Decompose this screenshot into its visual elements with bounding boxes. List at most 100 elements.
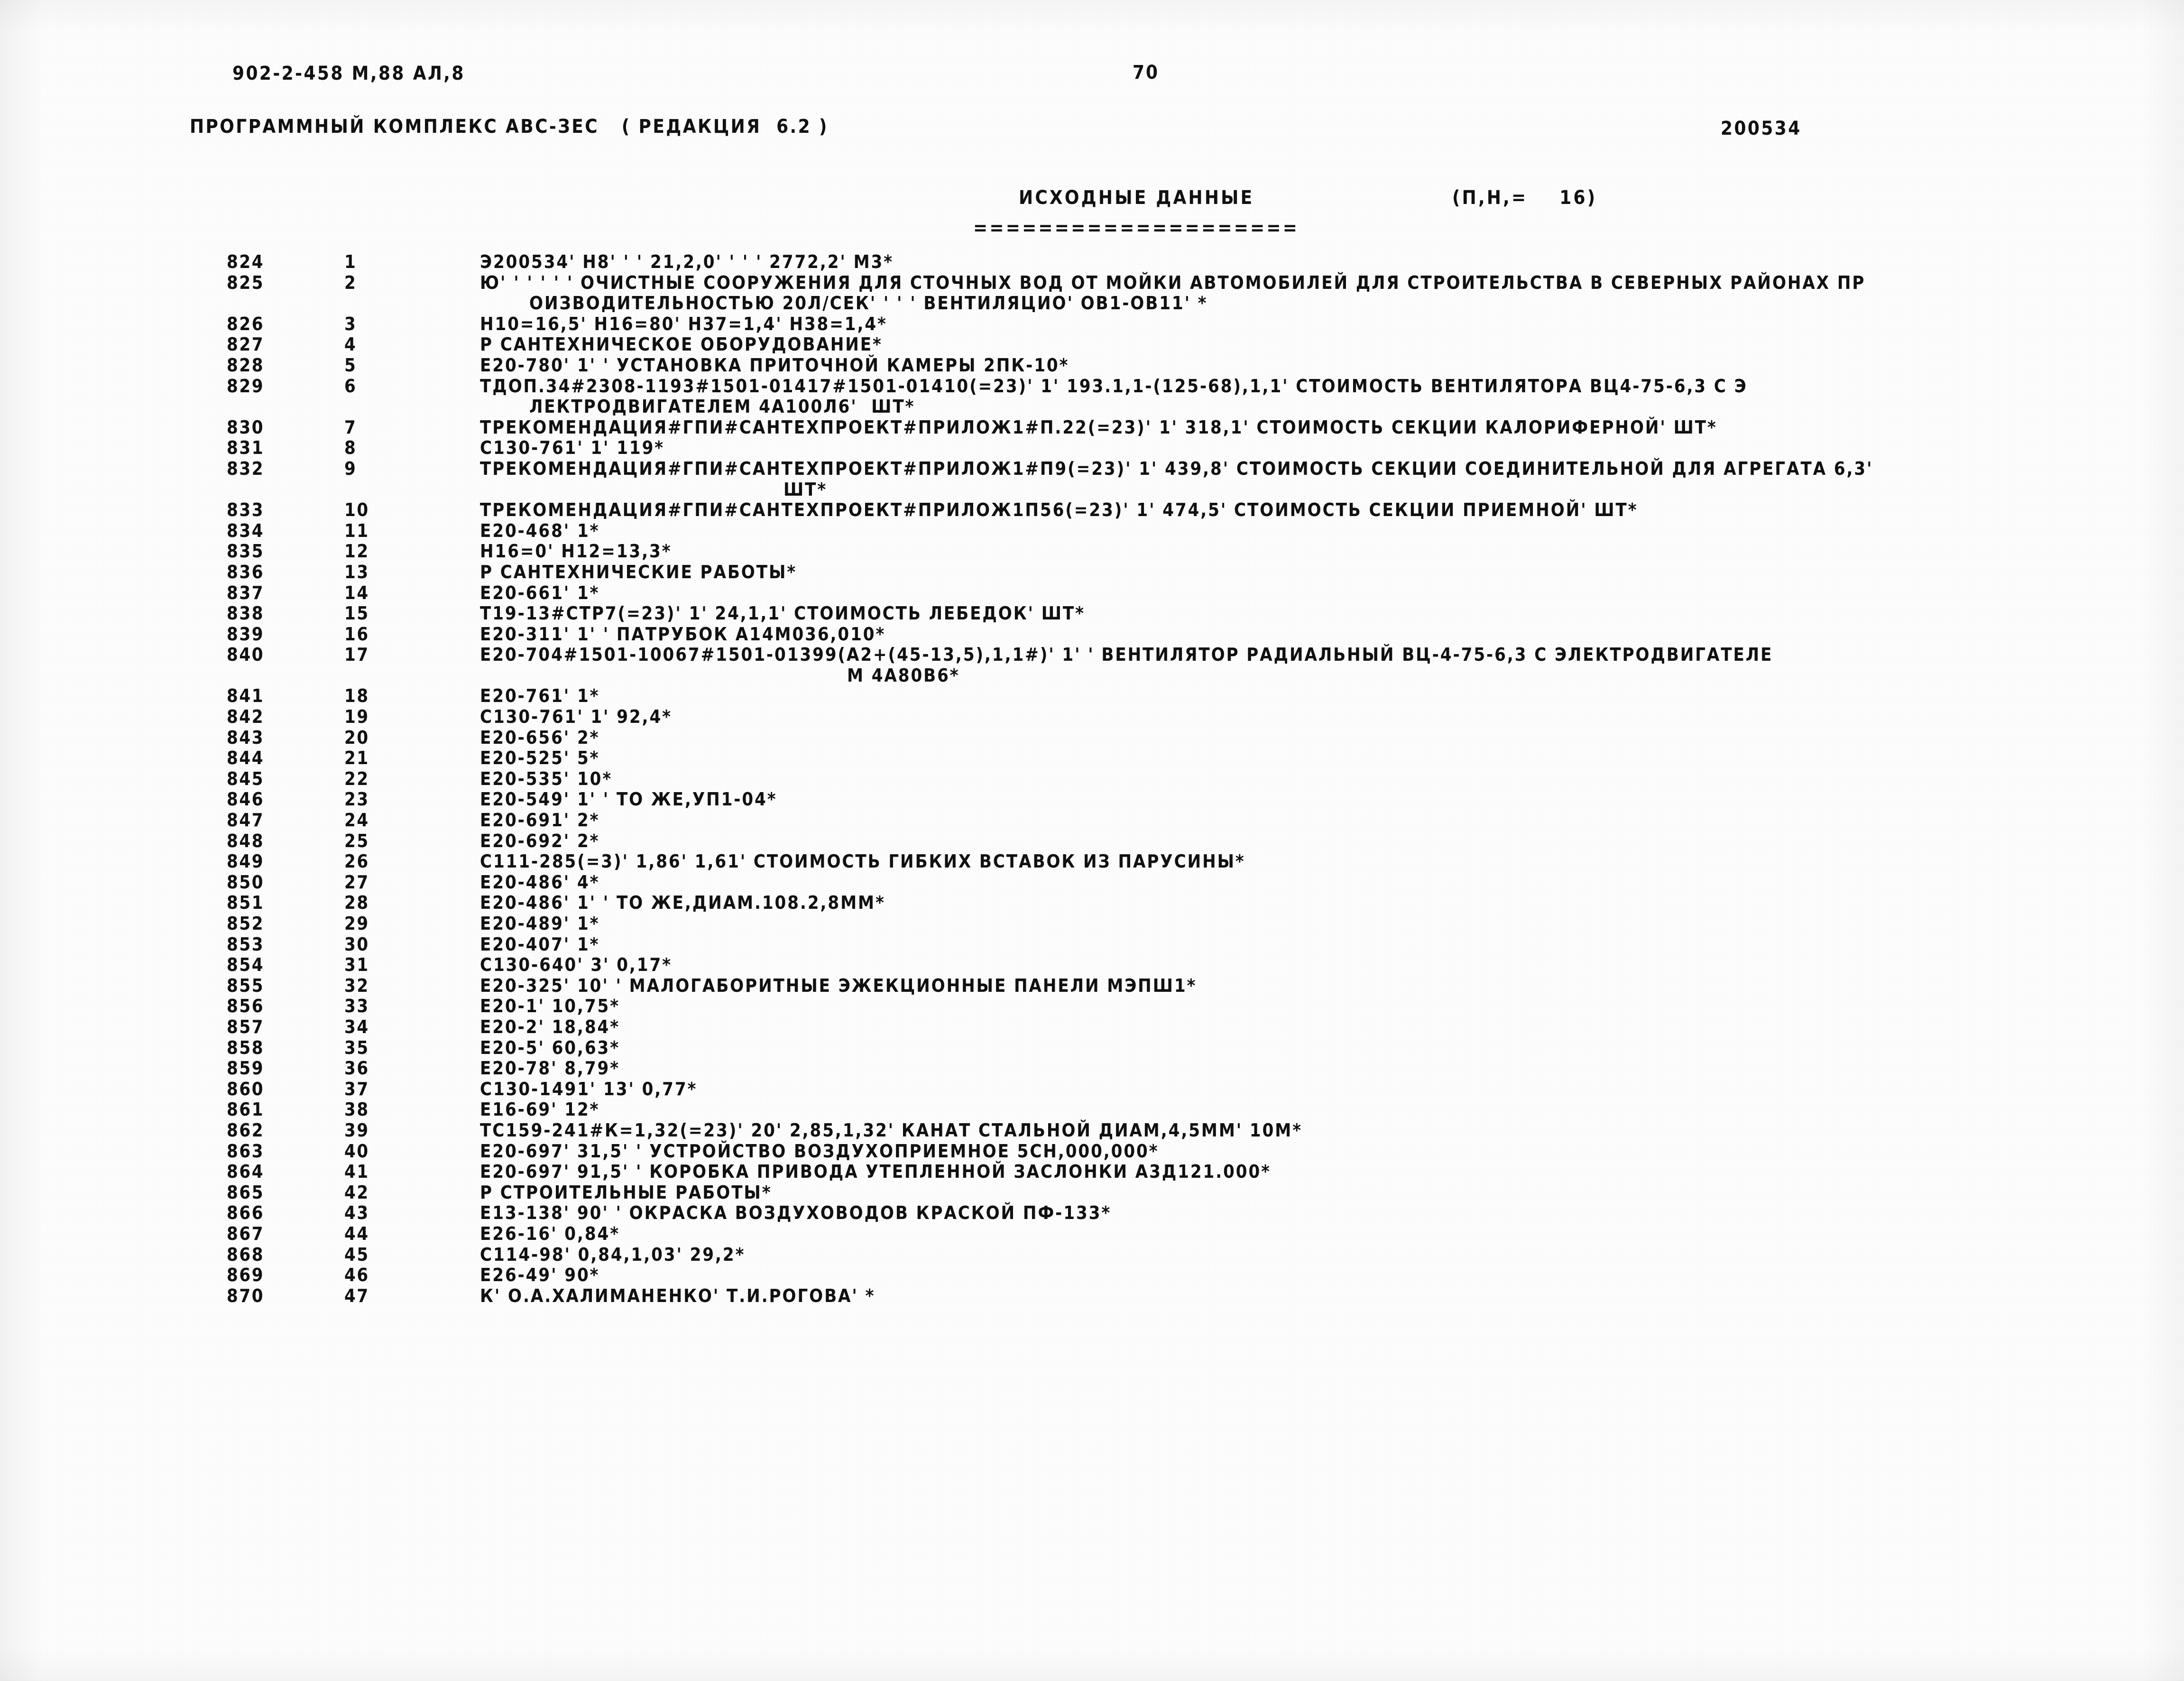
- listing-row: 858 35 Е20-5' 60,63*: [0, 1037, 2184, 1058]
- record-text: С114-98' 0,84,1,03' 29,2*: [480, 1244, 746, 1265]
- listing-row: 853 30 Е20-407' 1*: [0, 934, 2184, 955]
- record-number: 850: [227, 871, 265, 893]
- program-complex-line: ПРОГРАММНЫЙ КОМПЛЕКС АВС-ЗЕС ( РЕДАКЦИЯ …: [190, 116, 829, 138]
- record-number: 855: [227, 975, 265, 996]
- record-text-continuation: ЛЕКТРОДВИГАТЕЛЕМ 4А100Л6' ШТ*: [529, 396, 915, 417]
- record-text: Е20-535' 10*: [480, 768, 613, 789]
- sequence-number: 28: [344, 892, 369, 914]
- record-number: 833: [227, 499, 265, 521]
- sequence-number: 5: [344, 354, 357, 376]
- listing-row: 852 29 Е20-489' 1*: [0, 913, 2184, 934]
- listing-row-continuation: М 4А80В6*: [0, 665, 2184, 686]
- sheet-code: 200534: [1721, 118, 1802, 139]
- record-text: Е20-691' 2*: [480, 810, 600, 831]
- listing-row: 824 1 Э200534' Н8' ' ' 21,2,0' ' ' ' 2772,…: [0, 251, 2184, 272]
- record-text: Е20-692' 2*: [480, 830, 600, 851]
- sequence-number: 30: [344, 933, 369, 955]
- sequence-number: 40: [344, 1140, 369, 1162]
- record-text: Р САНТЕХНИЧЕСКОЕ ОБОРУДОВАНИЕ*: [480, 334, 883, 355]
- record-text: ТРЕКОМЕНДАЦИЯ#ГПИ#САНТЕХПРОЕКТ#ПРИЛОЖ1П5…: [480, 499, 1638, 521]
- record-number: 826: [227, 313, 265, 334]
- listing-row: 870 47 К' О.А.ХАЛИМАНЕНКО' Т.И.РОГОВА' *: [0, 1285, 2184, 1306]
- record-text: Е20-549' 1' ' ТО ЖЕ,УП1-04*: [480, 789, 777, 810]
- record-number: 870: [227, 1285, 265, 1306]
- listing-row-continuation: ЛЕКТРОДВИГАТЕЛЕМ 4А100Л6' ШТ*: [0, 396, 2184, 417]
- record-text: Р САНТЕХНИЧЕСКИЕ РАБОТЫ*: [480, 561, 797, 582]
- record-text: Н16=0' Н12=13,3*: [480, 541, 672, 562]
- record-number: 848: [227, 830, 265, 851]
- sequence-number: 31: [344, 954, 369, 976]
- section-title-underline: ====================: [973, 217, 1299, 239]
- sequence-number: 8: [344, 437, 357, 459]
- record-number: 854: [227, 954, 265, 976]
- record-text: С130-640' 3' 0,17*: [480, 954, 672, 976]
- record-number: 835: [227, 541, 265, 562]
- listing-row: 839 16 Е20-311' 1' ' ПАТРУБОК А14М036,010*: [0, 624, 2184, 645]
- sequence-number: 12: [344, 541, 369, 562]
- record-text: Е26-49' 90*: [480, 1265, 600, 1286]
- record-text: Е20-468' 1*: [480, 520, 600, 541]
- sequence-number: 6: [344, 375, 357, 397]
- sequence-number: 39: [344, 1119, 369, 1141]
- listing-row: 860 37 С130-1491' 13' 0,77*: [0, 1079, 2184, 1099]
- page-number: 70: [1133, 62, 1160, 83]
- record-text: Э200534' Н8' ' ' 21,2,0' ' ' ' 2772,2' М…: [480, 251, 894, 272]
- listing-row-continuation: ШТ*: [0, 479, 2184, 500]
- sequence-number: 4: [344, 334, 357, 355]
- record-text: ТДОП.34#2308-1193#1501-01417#1501-01410(…: [480, 375, 1748, 397]
- listing-row: 837 14 Е20-661' 1*: [0, 582, 2184, 603]
- record-text: С130-761' 1' 119*: [480, 437, 665, 459]
- listing-row: 867 44 Е26-16' 0,84*: [0, 1223, 2184, 1244]
- record-text: Ю' ' ' ' ' ' ОЧИСТНЫЕ СООРУЖЕНИЯ ДЛЯ СТО…: [480, 272, 1866, 293]
- sequence-number: 25: [344, 830, 369, 851]
- listing-row: 840 17 Е20-704#1501-10067#1501-01399(А2+(4…: [0, 644, 2184, 665]
- sequence-number: 10: [344, 499, 369, 521]
- listing-row: 829 6 ТДОП.34#2308-1193#1501-01417#1501-01…: [0, 376, 2184, 397]
- record-text: ТРЕКОМЕНДАЦИЯ#ГПИ#САНТЕХПРОЕКТ#ПРИЛОЖ1#П…: [480, 458, 1873, 479]
- record-number: 832: [227, 458, 265, 479]
- listing-row: 861 38 Е16-69' 12*: [0, 1099, 2184, 1120]
- listing-row: 857 34 Е20-2' 18,84*: [0, 1016, 2184, 1037]
- record-number: 859: [227, 1058, 265, 1079]
- listing-row: 862 39 ТС159-241#К=1,32(=23)' 20' 2,85,1,3…: [0, 1120, 2184, 1141]
- record-text: Е20-407' 1*: [480, 933, 600, 955]
- data-listing: 8 2 4 1 Э200534' Н8' ' ' 21,2,0' ' ' ' 2772,…: [0, 251, 2184, 1306]
- record-text: Е20-661' 1*: [480, 582, 600, 603]
- record-number: 853: [227, 933, 265, 955]
- record-number: 858: [227, 1037, 265, 1058]
- listing-row: 825 2 Ю' ' ' ' ' ' ОЧИСТНЫЕ СООРУЖЕНИЯ ДЛЯ…: [0, 272, 2184, 293]
- listing-row: 833 10 ТРЕКОМЕНДАЦИЯ#ГПИ#САНТЕХПРОЕКТ#ПРИЛ…: [0, 499, 2184, 520]
- sequence-number: 35: [344, 1037, 369, 1058]
- record-text: Е13-138' 90' ' ОКРАСКА ВОЗДУХОВОДОВ КРАС…: [480, 1202, 1112, 1224]
- record-text: Е20-489' 1*: [480, 913, 600, 934]
- record-text: Е20-311' 1' ' ПАТРУБОК А14М036,010*: [480, 623, 886, 645]
- sequence-number: 20: [344, 727, 369, 748]
- listing-row: 834 11 Е20-468' 1*: [0, 520, 2184, 541]
- section-title: ИСХОДНЫЕ ДАННЫЕ: [1019, 187, 1254, 209]
- record-number: 830: [227, 416, 265, 438]
- listing-row: 869 46 Е26-49' 90*: [0, 1265, 2184, 1285]
- listing-row: 846 23 Е20-549' 1' ' ТО ЖЕ,УП1-04*: [0, 789, 2184, 810]
- record-text: С111-285(=3)' 1,86' 1,61' СТОИМОСТЬ ГИБК…: [480, 851, 1245, 872]
- listing-row: 865 42 Р СТРОИТЕЛЬНЫЕ РАБОТЫ*: [0, 1182, 2184, 1203]
- sequence-number: 41: [344, 1161, 369, 1182]
- sequence-number: 24: [344, 810, 369, 831]
- listing-row: 855 32 Е20-325' 10' ' МАЛОГАБОРИТНЫЕ ЭЖЕКЦ…: [0, 975, 2184, 996]
- record-text: Н10=16,5' Н16=80' Н37=1,4' Н38=1,4*: [480, 313, 887, 334]
- record-number: 863: [227, 1140, 265, 1162]
- sequence-number: 46: [344, 1265, 369, 1286]
- sequence-number: 29: [344, 913, 369, 934]
- sequence-number: 18: [344, 685, 369, 707]
- listing-row: 848 25 Е20-692' 2*: [0, 831, 2184, 851]
- sequence-number: 27: [344, 871, 369, 893]
- record-number: 861: [227, 1099, 265, 1120]
- listing-row: 850 27 Е20-486' 4*: [0, 872, 2184, 893]
- record-number: 857: [227, 1016, 265, 1037]
- record-text: Т19-13#СТР7(=23)' 1' 24,1,1' СТОИМОСТЬ Л…: [480, 603, 1085, 624]
- record-number: 839: [227, 623, 265, 645]
- sequence-number: 37: [344, 1078, 369, 1099]
- sequence-number: 2: [344, 272, 357, 293]
- record-text-continuation: ОИЗВОДИТЕЛЬНОСТЬЮ 20Л/СЕК' ' ' ' ВЕНТИЛЯ…: [529, 293, 1208, 314]
- record-number: 864: [227, 1161, 265, 1182]
- listing-row: 864 41 Е20-697' 91,5' ' КОРОБКА ПРИВОДА УТ…: [0, 1161, 2184, 1182]
